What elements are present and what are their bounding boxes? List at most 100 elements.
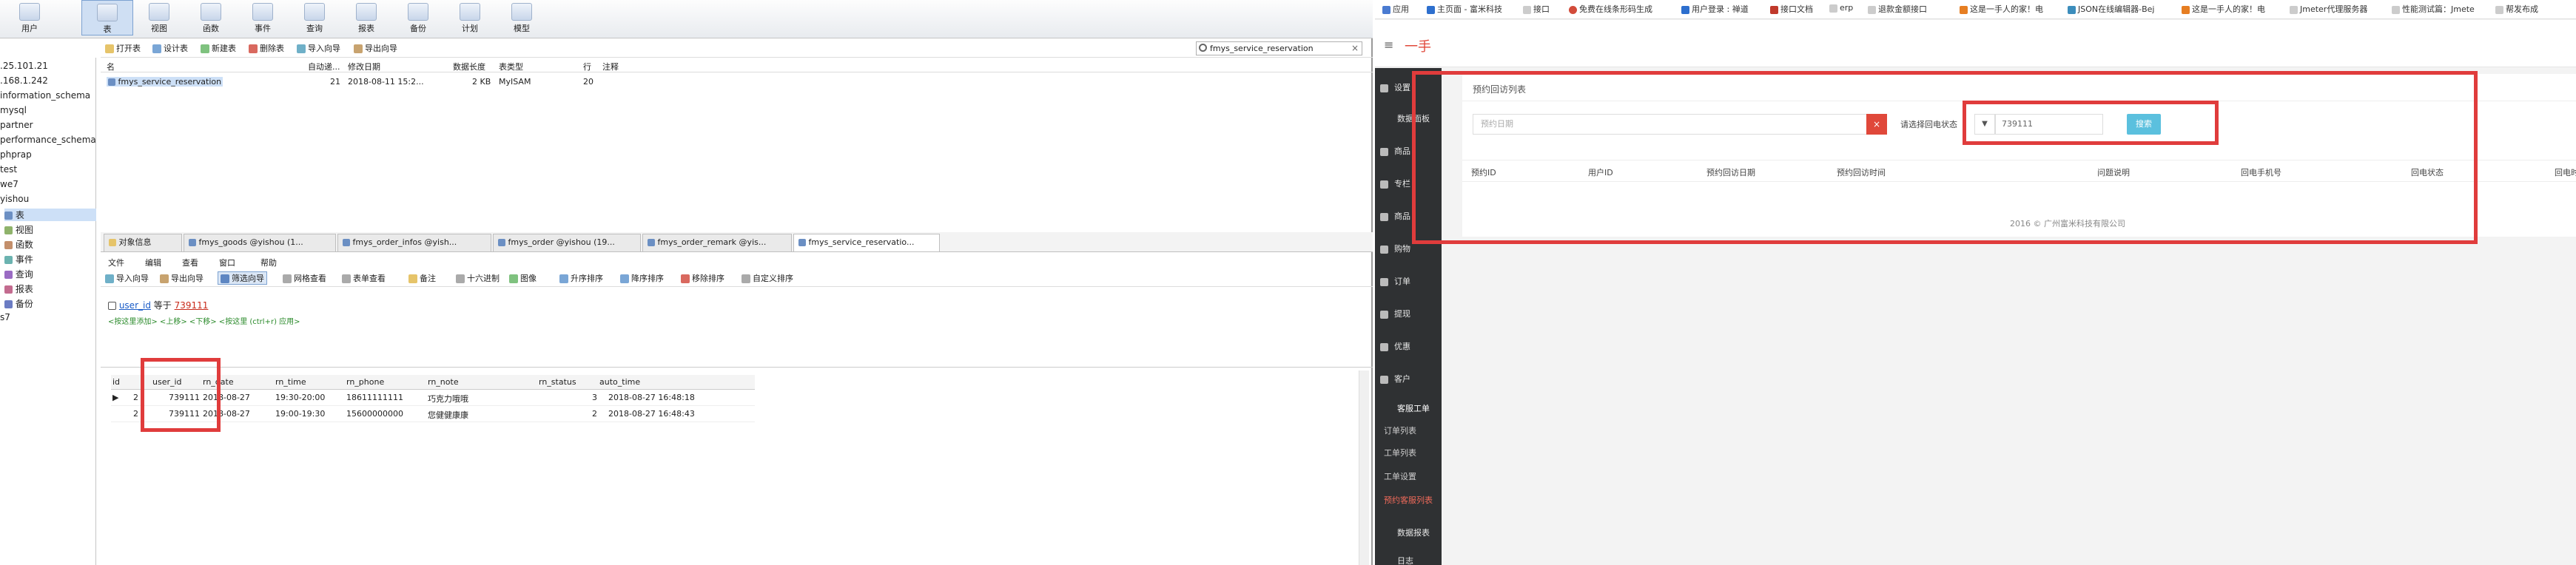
tab-fmys-order[interactable]: fmys_order @yishou (19... [493, 234, 641, 251]
col-engine[interactable]: 表类型 [499, 61, 523, 72]
clear-icon[interactable]: × [1351, 42, 1359, 55]
custom-sort-button[interactable]: 自定义排序 [741, 272, 793, 285]
nav-item-shopping[interactable]: 购物 [1380, 243, 1462, 254]
nav-item-reports[interactable]: 数据报表 [1397, 527, 1479, 538]
tree-item[interactable]: information_schema [0, 90, 90, 101]
toolbar-model-button[interactable]: 模型 [496, 0, 548, 35]
bookmark-item[interactable]: 接口 [1523, 3, 1550, 15]
tab-object-info[interactable]: 对象信息 [104, 234, 182, 251]
sort-asc-button[interactable]: 升序排序 [559, 272, 603, 285]
tree-item[interactable]: yishou [0, 194, 29, 204]
tree-item[interactable]: 备份 [4, 297, 33, 310]
tree-item[interactable]: we7 [0, 179, 19, 189]
tree-item[interactable]: 视图 [4, 223, 33, 236]
menu-window[interactable]: 窗口 [219, 257, 235, 268]
table-row[interactable]: fmys_service_reservation 21 2018-08-11 1… [101, 77, 1373, 89]
menu-view[interactable]: 查看 [182, 257, 198, 268]
bookmark-item[interactable]: 性能测试篇：Jmete [2392, 3, 2475, 15]
tree-item[interactable]: 查询 [4, 268, 33, 280]
filter-condition[interactable]: user_id 等于 739111 [108, 299, 208, 311]
bookmark-item[interactable]: 主页面 - 富米科技 [1427, 3, 1502, 15]
remove-sort-button[interactable]: 移除排序 [681, 272, 724, 285]
import-wizard-button[interactable]: 导入向导 [297, 42, 340, 55]
bookmark-item[interactable]: 免费在线条形码生成 [1569, 3, 1652, 15]
object-search-input[interactable]: fmys_service_reservation × [1196, 41, 1362, 55]
filter-operator[interactable]: 等于 [154, 300, 172, 311]
sort-desc-button[interactable]: 降序排序 [620, 272, 664, 285]
menu-toggle-icon[interactable]: ≡ [1384, 38, 1393, 52]
col-id[interactable]: id [112, 377, 120, 387]
filter-hint[interactable]: <按这里添加> <上移> <下移> <按这里 (ctrl+r) 应用> [108, 315, 300, 326]
col-name[interactable]: 名 [107, 61, 115, 72]
subnav-reservation-list[interactable]: 预约客服列表 [1384, 494, 1465, 506]
tree-item[interactable]: .168.1.242 [0, 75, 48, 86]
col-auto-time[interactable]: auto_time [599, 377, 640, 387]
tree-item[interactable]: phprap [0, 149, 32, 160]
vertical-scrollbar[interactable] [1359, 371, 1369, 565]
toolbar-event-button[interactable]: 事件 [237, 0, 289, 35]
col-comment[interactable]: 注释 [602, 61, 619, 72]
tree-item-table[interactable]: 表 [4, 209, 96, 221]
delete-table-button[interactable]: 删除表 [249, 42, 284, 55]
subnav-ticket-list[interactable]: 工单列表 [1384, 447, 1465, 459]
tree-item[interactable]: .25.101.21 [0, 61, 48, 71]
checkbox[interactable] [108, 302, 116, 310]
col-auto-inc[interactable]: 自动递... [308, 61, 340, 72]
nav-item-customer[interactable]: 客户 [1380, 373, 1462, 385]
toolbar-backup-button[interactable]: 备份 [392, 0, 444, 35]
tree-item[interactable]: performance_schema [0, 135, 96, 145]
nav-item-order[interactable]: 订单 [1380, 275, 1462, 287]
filter-field[interactable]: user_id [119, 300, 151, 311]
nav-item-coupon[interactable]: 优惠 [1380, 340, 1462, 352]
memo-button[interactable]: 备注 [408, 272, 436, 285]
toolbar-report-button[interactable]: 报表 [340, 0, 392, 35]
import-button[interactable]: 导入向导 [105, 272, 149, 285]
new-table-button[interactable]: 新建表 [201, 42, 236, 55]
col-modified[interactable]: 修改日期 [348, 61, 380, 72]
bookmark-item[interactable]: 这是一手人的家！电 [1960, 3, 2043, 15]
bookmark-item[interactable]: 帮发布成 [2495, 3, 2538, 15]
image-button[interactable]: 图像 [509, 272, 537, 285]
bookmark-item[interactable]: 接口文档 [1770, 3, 1813, 15]
bookmark-item[interactable]: 这是一手人的家！电 [2182, 3, 2265, 15]
tree-item[interactable]: partner [0, 120, 33, 130]
subnav-service-ticket[interactable]: 客服工单 [1397, 402, 1479, 414]
tab-fmys-order-remark[interactable]: fmys_order_remark @yis... [642, 234, 792, 251]
tab-fmys-goods[interactable]: fmys_goods @yishou (1... [184, 234, 336, 251]
filter-value[interactable]: 739111 [175, 300, 209, 311]
grid-view-button[interactable]: 网格查看 [283, 272, 326, 285]
tree-item[interactable]: s7 [0, 312, 10, 322]
tab-fmys-order-infos[interactable]: fmys_order_infos @yish... [337, 234, 491, 251]
toolbar-schedule-button[interactable]: 计划 [444, 0, 496, 35]
hex-button[interactable]: 十六进制 [456, 272, 500, 285]
bookmark-item[interactable]: erp [1829, 3, 1853, 15]
toolbar-view-button[interactable]: 视图 [133, 0, 185, 35]
subnav-order-list[interactable]: 订单列表 [1384, 424, 1465, 436]
menu-file[interactable]: 文件 [108, 257, 124, 268]
form-view-button[interactable]: 表单查看 [342, 272, 386, 285]
export-wizard-button[interactable]: 导出向导 [354, 42, 397, 55]
tree-item[interactable]: 事件 [4, 253, 33, 265]
open-table-button[interactable]: 打开表 [105, 42, 141, 55]
nav-item-logs[interactable]: 日志 [1397, 555, 1479, 565]
bookmark-item[interactable]: 退款金额接口 [1868, 3, 1927, 15]
toolbar-table-button[interactable]: 表 [81, 0, 133, 35]
toolbar-function-button[interactable]: 函数 [185, 0, 237, 35]
tree-item[interactable]: 报表 [4, 282, 33, 295]
tree-item[interactable]: test [0, 164, 17, 175]
subnav-ticket-settings[interactable]: 工单设置 [1384, 470, 1465, 482]
bookmark-item[interactable]: Jmeter代理服务器 [2290, 3, 2367, 15]
menu-help[interactable]: 帮助 [260, 257, 277, 268]
filter-wizard-button[interactable]: 筛选向导 [218, 271, 267, 285]
bookmark-item[interactable]: 应用 [1382, 3, 1409, 15]
col-rn-note[interactable]: rn_note [428, 377, 459, 387]
nav-item-withdraw[interactable]: 提现 [1380, 308, 1462, 319]
col-rn-phone[interactable]: rn_phone [346, 377, 384, 387]
tab-fmys-service-reservation[interactable]: fmys_service_reservatio... [793, 234, 940, 251]
toolbar-query-button[interactable]: 查询 [289, 0, 340, 35]
export-button[interactable]: 导出向导 [160, 272, 204, 285]
col-rows[interactable]: 行 [583, 61, 591, 72]
tree-item[interactable]: 函数 [4, 238, 33, 251]
toolbar-user-button[interactable]: 用户 [4, 0, 56, 35]
menu-edit[interactable]: 编辑 [145, 257, 161, 268]
